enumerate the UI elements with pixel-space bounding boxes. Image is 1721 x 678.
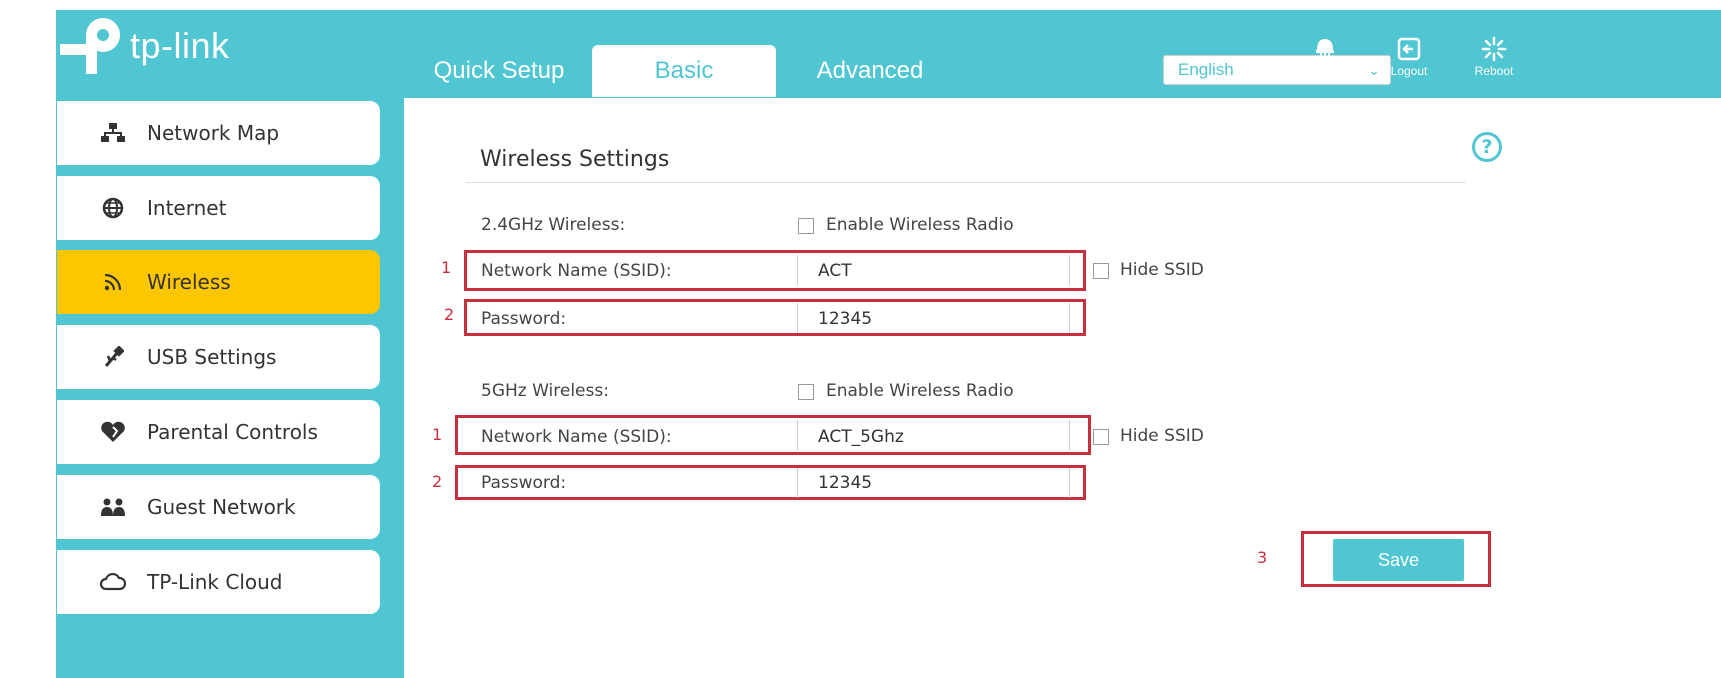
band24-hide-ssid-label: Hide SSID — [1120, 260, 1204, 280]
sidebar-item-internet[interactable]: Internet — [57, 176, 380, 240]
field-divider — [797, 255, 798, 285]
sidebar-item-wireless[interactable]: Wireless — [57, 250, 380, 314]
band5-password-input[interactable]: 12345 — [818, 473, 872, 493]
heart-icon — [93, 421, 133, 443]
band24-password-input[interactable]: 12345 — [818, 309, 872, 329]
wifi-icon — [93, 272, 133, 292]
cloud-icon — [93, 573, 133, 591]
band24-label: 2.4GHz Wireless: — [481, 215, 626, 235]
logout-label: Logout — [1390, 64, 1428, 78]
field-divider — [1069, 255, 1070, 285]
brand-name: tp-link — [130, 25, 230, 66]
sidebar-item-label: Internet — [147, 196, 227, 220]
field-divider — [797, 468, 798, 498]
usb-icon — [93, 346, 133, 368]
field-divider — [1069, 303, 1070, 333]
band24-ssid-label: Network Name (SSID): — [481, 261, 672, 281]
globe-icon — [93, 197, 133, 219]
sidebar-item-tp-link-cloud[interactable]: TP-Link Cloud — [57, 550, 380, 614]
reboot-label: Reboot — [1474, 64, 1514, 78]
band5-ssid-input[interactable]: ACT_5Ghz — [818, 427, 904, 447]
band24-ssid-input[interactable]: ACT — [818, 261, 852, 281]
chevron-down-icon: ⌄ — [1368, 61, 1380, 78]
network-map-icon — [93, 123, 133, 143]
sidebar-item-label: Parental Controls — [147, 420, 318, 444]
sidebar-item-label: Network Map — [147, 121, 280, 145]
logout-icon — [1397, 37, 1421, 61]
help-icon[interactable]: ? — [1472, 132, 1502, 162]
reboot-icon — [1481, 36, 1507, 62]
language-select[interactable]: English ⌄ — [1163, 55, 1391, 85]
page-title: Wireless Settings — [480, 147, 670, 172]
band24-hide-ssid-checkbox[interactable] — [1093, 263, 1109, 279]
tab-advanced[interactable]: Advanced — [790, 45, 950, 97]
annotation-number: 1 — [441, 258, 452, 277]
band5-label: 5GHz Wireless: — [481, 381, 609, 401]
band5-hide-ssid-checkbox[interactable] — [1093, 429, 1109, 445]
sidebar-item-network-map[interactable]: Network Map — [57, 101, 380, 165]
annotation-number: 1 — [432, 425, 443, 444]
band24-enable-label: Enable Wireless Radio — [826, 215, 1014, 235]
band5-hide-ssid-label: Hide SSID — [1120, 426, 1204, 446]
field-divider — [1069, 420, 1070, 450]
band5-enable-label: Enable Wireless Radio — [826, 381, 1014, 401]
led-button[interactable]: LED — [1297, 36, 1353, 78]
field-divider — [797, 420, 798, 450]
band24-password-label: Password: — [481, 309, 567, 329]
sidebar-item-usb-settings[interactable]: USB Settings — [57, 325, 380, 389]
sidebar-item-label: Wireless — [147, 270, 231, 294]
sidebar-item-label: Guest Network — [147, 495, 296, 519]
title-divider — [466, 182, 1466, 183]
reboot-button[interactable]: Reboot — [1466, 36, 1522, 78]
sidebar-item-label: TP-Link Cloud — [147, 570, 283, 594]
logout-button[interactable]: Logout — [1381, 36, 1437, 78]
tab-quick-setup[interactable]: Quick Setup — [414, 45, 584, 97]
annotation-number: 3 — [1257, 548, 1268, 567]
led-icon — [1316, 39, 1334, 60]
save-button[interactable]: Save — [1333, 539, 1464, 581]
led-label: LED — [1313, 64, 1337, 78]
sidebar-item-label: USB Settings — [147, 345, 277, 369]
guest-icon — [93, 497, 133, 517]
tp-link-logo-icon — [60, 18, 122, 74]
annotation-number: 2 — [432, 472, 443, 491]
sidebar-item-guest-network[interactable]: Guest Network — [57, 475, 380, 539]
band5-enable-checkbox[interactable] — [798, 384, 814, 400]
annotation-number: 2 — [444, 305, 455, 324]
field-divider — [1069, 468, 1070, 498]
tp-link-logo: tp-link — [60, 18, 230, 74]
band24-enable-checkbox[interactable] — [798, 218, 814, 234]
band5-password-label: Password: — [481, 473, 567, 493]
tab-basic[interactable]: Basic — [592, 45, 776, 97]
band5-ssid-label: Network Name (SSID): — [481, 427, 672, 447]
sidebar-item-parental-controls[interactable]: Parental Controls — [57, 400, 380, 464]
field-divider — [797, 303, 798, 333]
